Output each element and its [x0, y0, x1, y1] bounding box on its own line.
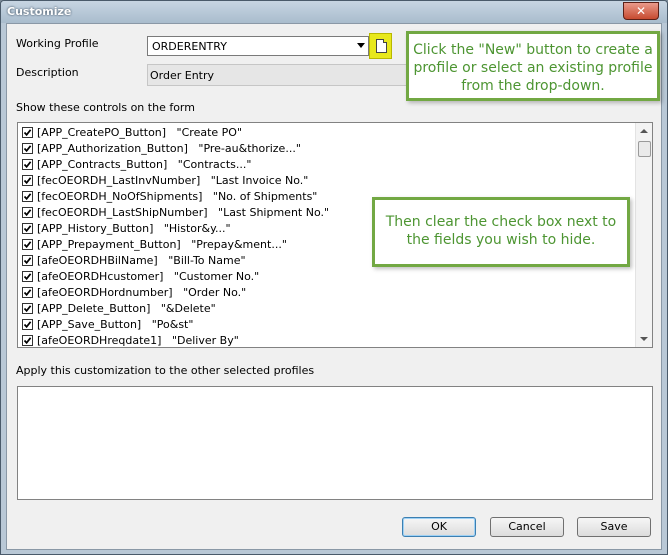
checkmark-icon [23, 273, 32, 281]
checkmark-icon [23, 129, 32, 137]
control-label: [afeOEORDHBilName] "Bill-To Name" [37, 254, 246, 267]
scroll-up-icon[interactable] [640, 129, 648, 133]
control-checkbox[interactable] [22, 143, 33, 154]
controls-label: Show these controls on the form [16, 101, 195, 114]
close-icon: ✕ [635, 4, 647, 18]
title-bar[interactable]: Customize ✕ [1, 1, 667, 23]
control-label: [afeOEORDHreqdate1] "Deliver By" [37, 334, 239, 347]
working-profile-dropdown[interactable]: ORDERENTRY [147, 36, 369, 56]
checkbox-callout-text: Then clear the check box next to the fie… [385, 214, 617, 248]
control-label: [APP_Prepayment_Button] "Prepay&ment..." [37, 238, 287, 251]
control-label: [fecOEORDH_LastShipNumber] "Last Shipmen… [37, 206, 330, 219]
checkmark-icon [23, 209, 32, 217]
control-checkbox[interactable] [22, 271, 33, 282]
control-checkbox[interactable] [22, 127, 33, 138]
control-label: [APP_History_Button] "Histor&y..." [37, 222, 231, 235]
checkmark-icon [23, 337, 32, 345]
scroll-thumb[interactable] [638, 141, 651, 157]
new-button-callout: Click the "New" button to create a profi… [406, 31, 660, 101]
controls-list-scrollbar[interactable] [635, 123, 652, 347]
new-button-callout-text: Click the "New" button to create a profi… [413, 42, 653, 94]
control-label: [fecOEORDH_LastInvNumber] "Last Invoice … [37, 174, 309, 187]
description-value: Order Entry [150, 69, 215, 82]
new-profile-button[interactable] [369, 33, 392, 59]
control-checkbox[interactable] [22, 335, 33, 346]
control-label: [APP_Contracts_Button] "Contracts..." [37, 158, 252, 171]
save-button[interactable]: Save [577, 517, 651, 537]
apply-label: Apply this customization to the other se… [16, 364, 315, 377]
control-label: [afeOEORDHordnumber] "Order No." [37, 286, 247, 299]
control-label: [APP_CreatePO_Button] "Create PO" [37, 126, 243, 139]
customize-window: Customize ✕ Working Profile ORDERENTRY D… [0, 0, 668, 555]
checkmark-icon [23, 177, 32, 185]
control-checkbox[interactable] [22, 239, 33, 250]
cancel-button[interactable]: Cancel [490, 517, 564, 537]
ok-button[interactable]: OK [402, 517, 476, 537]
close-button[interactable]: ✕ [623, 2, 659, 20]
control-checkbox[interactable] [22, 287, 33, 298]
checkmark-icon [23, 161, 32, 169]
control-checkbox[interactable] [22, 191, 33, 202]
control-checkbox[interactable] [22, 207, 33, 218]
working-profile-label: Working Profile [16, 37, 99, 50]
profiles-list[interactable] [17, 386, 653, 500]
description-field[interactable]: Order Entry [147, 64, 407, 86]
control-label: [afeOEORDHcustomer] "Customer No." [37, 270, 260, 283]
description-label: Description [16, 66, 79, 79]
control-label: [APP_Delete_Button] "&Delete" [37, 302, 216, 315]
chevron-down-icon [357, 43, 365, 48]
control-checkbox[interactable] [22, 319, 33, 330]
control-checkbox[interactable] [22, 223, 33, 234]
checkmark-icon [23, 257, 32, 265]
working-profile-value: ORDERENTRY [152, 40, 227, 53]
checkmark-icon [23, 241, 32, 249]
dialog-body: Working Profile ORDERENTRY Description O… [6, 23, 662, 550]
checkmark-icon [23, 289, 32, 297]
checkbox-callout: Then clear the check box next to the fie… [372, 197, 630, 267]
control-checkbox[interactable] [22, 159, 33, 170]
checkmark-icon [23, 321, 32, 329]
control-checkbox[interactable] [22, 255, 33, 266]
control-label: [fecOEORDH_NoOfShipments] "No. of Shipme… [37, 190, 318, 203]
checkmark-icon [23, 305, 32, 313]
scroll-down-icon[interactable] [640, 337, 648, 341]
checkmark-icon [23, 145, 32, 153]
control-label: [APP_Save_Button] "Po&st" [37, 318, 194, 331]
checkmark-icon [23, 225, 32, 233]
control-label: [APP_Authorization_Button] "Pre-au&thori… [37, 142, 301, 155]
window-title: Customize [7, 5, 72, 18]
checkmark-icon [23, 193, 32, 201]
new-document-icon [376, 39, 387, 53]
control-checkbox[interactable] [22, 175, 33, 186]
control-checkbox[interactable] [22, 303, 33, 314]
